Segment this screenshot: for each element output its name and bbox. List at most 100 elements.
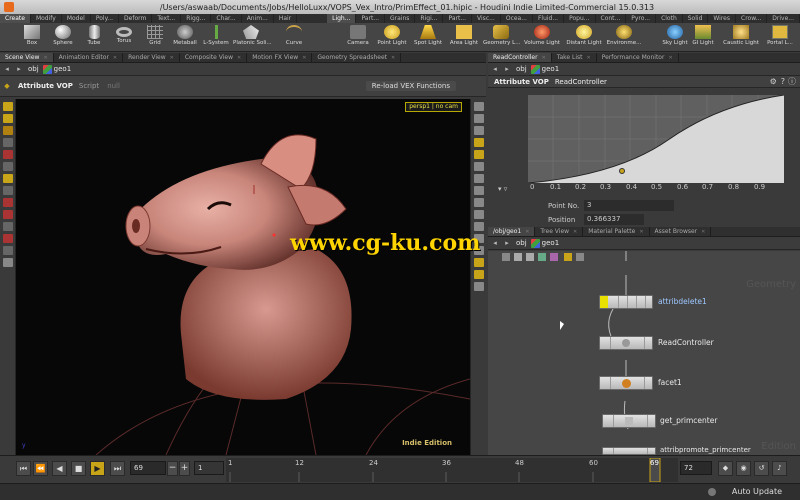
close-icon[interactable]: ✕ xyxy=(542,53,546,63)
shelf-tab-poly[interactable]: Poly... xyxy=(91,14,120,23)
grid-toggle-icon[interactable] xyxy=(473,258,484,267)
shading-icon[interactable] xyxy=(473,126,484,135)
bg-icon[interactable] xyxy=(473,282,484,291)
reload-vex-button[interactable]: Re-load VEX Functions xyxy=(365,81,456,91)
script-value[interactable]: null xyxy=(107,82,120,90)
auto-update-menu[interactable]: Auto Update xyxy=(732,487,782,496)
tab-performance-monitor[interactable]: Performance Monitor ✕ xyxy=(597,53,679,62)
close-icon[interactable]: ✕ xyxy=(237,53,241,63)
shelf-tab-character[interactable]: Char... xyxy=(211,14,242,23)
node-attribpromote-primcenter[interactable] xyxy=(602,447,656,455)
close-icon[interactable]: ✕ xyxy=(391,53,395,63)
camera-view-icon[interactable] xyxy=(473,150,484,159)
close-icon[interactable]: ✕ xyxy=(573,227,577,237)
jump-end-button[interactable]: ⏭ xyxy=(110,461,125,476)
tab-material-palette[interactable]: Material Palette ✕ xyxy=(583,227,650,236)
info-icon[interactable]: ⓘ xyxy=(788,76,796,87)
tool-geometry-light[interactable]: Geometry L... xyxy=(483,24,520,51)
shelf-tab-particles[interactable]: Part... xyxy=(356,14,386,23)
tool-area-light[interactable]: Area Light xyxy=(446,24,482,51)
close-icon[interactable]: ✕ xyxy=(668,53,672,63)
node-get-primcenter[interactable] xyxy=(602,414,656,428)
increment-button[interactable]: + xyxy=(179,461,190,476)
close-icon[interactable]: ✕ xyxy=(113,53,117,63)
tool-distant-light[interactable]: Distant Light xyxy=(566,24,602,51)
path-geo[interactable]: geo1 xyxy=(530,238,559,248)
shelf-tab-text[interactable]: Text... xyxy=(152,14,182,23)
end-frame-field[interactable]: 72 xyxy=(680,461,712,475)
node-display-flag[interactable] xyxy=(600,296,608,308)
close-icon[interactable]: ✕ xyxy=(302,53,306,63)
audio-button[interactable]: ♪ xyxy=(772,461,787,476)
shelf-tab-solid[interactable]: Solid xyxy=(683,14,709,23)
node-readcontroller[interactable] xyxy=(599,336,653,350)
node-label-get-primcenter[interactable]: get_primcenter xyxy=(660,416,717,425)
step-field[interactable]: 1 xyxy=(194,461,224,475)
shelf-tab-modify[interactable]: Modify xyxy=(31,14,62,23)
wireframe-icon[interactable] xyxy=(473,114,484,123)
node-label-attribpromote[interactable]: attribpromote_primcenter xyxy=(660,446,751,454)
forward-arrow-icon[interactable]: ▸ xyxy=(502,239,512,248)
tab-render-view[interactable]: Render View ✕ xyxy=(123,53,180,62)
forward-arrow-icon[interactable]: ▸ xyxy=(502,65,512,74)
tool-platonic[interactable]: Platonic Soli... xyxy=(233,24,272,51)
tab-tree-view[interactable]: Tree View ✕ xyxy=(535,227,584,237)
tool-volume-light[interactable]: Volume Light xyxy=(524,24,560,51)
rotate-tool-icon[interactable] xyxy=(2,138,13,147)
node-label-attribdelete1[interactable]: attribdelete1 xyxy=(658,297,707,306)
close-icon[interactable]: ✕ xyxy=(170,53,174,63)
back-arrow-icon[interactable]: ◂ xyxy=(2,65,12,74)
shelf-tab-fluid[interactable]: Fluid... xyxy=(533,14,565,23)
pin-icon[interactable]: ◆ xyxy=(2,82,12,91)
shelf-tab-grains[interactable]: Grains xyxy=(385,14,416,23)
node-attribdelete1[interactable] xyxy=(599,295,653,309)
pose-tool-icon[interactable] xyxy=(2,126,13,135)
tab-motion-fx-view[interactable]: Motion FX View ✕ xyxy=(247,53,313,63)
scale-tool-icon[interactable] xyxy=(2,150,13,159)
close-icon[interactable]: ✕ xyxy=(525,227,529,237)
close-icon[interactable]: ✕ xyxy=(43,53,47,63)
play-reverse-button[interactable]: ◀ xyxy=(52,461,67,476)
tool-camera[interactable]: Camera xyxy=(340,24,376,51)
tool-spot-light[interactable]: Spot Light xyxy=(410,24,446,51)
loop-button[interactable]: ↺ xyxy=(754,461,769,476)
tab-readcontroller[interactable]: ReadController ✕ xyxy=(488,53,552,62)
paint-tool-icon[interactable] xyxy=(2,234,13,243)
shelf-tab-container[interactable]: Cont... xyxy=(596,14,627,23)
key-button[interactable]: ◆ xyxy=(718,461,733,476)
playhead-label[interactable]: 69 xyxy=(650,459,659,467)
shelf-tab-rigging[interactable]: Rigg... xyxy=(181,14,212,23)
normals-icon[interactable] xyxy=(473,186,484,195)
tool-environment-light[interactable]: Environme... xyxy=(606,24,642,51)
ramp-editor[interactable] xyxy=(527,94,785,184)
tab-animation-editor[interactable]: Animation Editor ✕ xyxy=(54,53,124,63)
tab-take-list[interactable]: Take List ✕ xyxy=(552,53,597,62)
tool-portal-light[interactable]: Portal L... xyxy=(762,24,798,51)
shelf-tab-drive[interactable]: Drive... xyxy=(767,14,800,23)
sculpt-tool-icon[interactable] xyxy=(2,246,13,255)
shelf-tab-lights[interactable]: Ligh... xyxy=(327,14,357,23)
snap-tool-icon[interactable] xyxy=(2,186,13,195)
play-button[interactable]: ▶ xyxy=(90,461,105,476)
node-label-facet1[interactable]: facet1 xyxy=(658,378,682,387)
brush-tool-icon[interactable] xyxy=(2,198,13,207)
shelf-tab-oceans[interactable]: Ocea... xyxy=(501,14,533,23)
close-icon[interactable]: ✕ xyxy=(587,53,591,63)
network-canvas[interactable]: Geometry Edition attribdelete1 ReadContr… xyxy=(488,251,800,455)
magnet-tool-icon[interactable] xyxy=(2,210,13,219)
lighting-icon[interactable] xyxy=(473,138,484,147)
points-icon[interactable] xyxy=(473,174,484,183)
timeline-ruler[interactable]: 1 12 24 36 48 60 69 xyxy=(226,457,678,483)
tool-gi-light[interactable]: GI Light xyxy=(685,24,721,51)
shelf-tab-populate[interactable]: Popu... xyxy=(564,14,596,23)
forward-arrow-icon[interactable]: ▸ xyxy=(14,65,24,74)
lasso-tool-icon[interactable] xyxy=(2,222,13,231)
tool-point-light[interactable]: Point Light xyxy=(374,24,410,51)
shelf-tab-animation[interactable]: Anim... xyxy=(242,14,274,23)
help-icon[interactable]: ? xyxy=(781,77,785,86)
path-obj[interactable]: obj xyxy=(516,239,527,247)
tab-geometry-spreadsheet[interactable]: Geometry Spreadsheet ✕ xyxy=(312,53,402,63)
tool-caustic-light[interactable]: Caustic Light xyxy=(723,24,759,51)
position-field[interactable]: 0.366337 xyxy=(584,214,644,225)
shelf-tab-hair[interactable]: Hair xyxy=(274,14,298,23)
